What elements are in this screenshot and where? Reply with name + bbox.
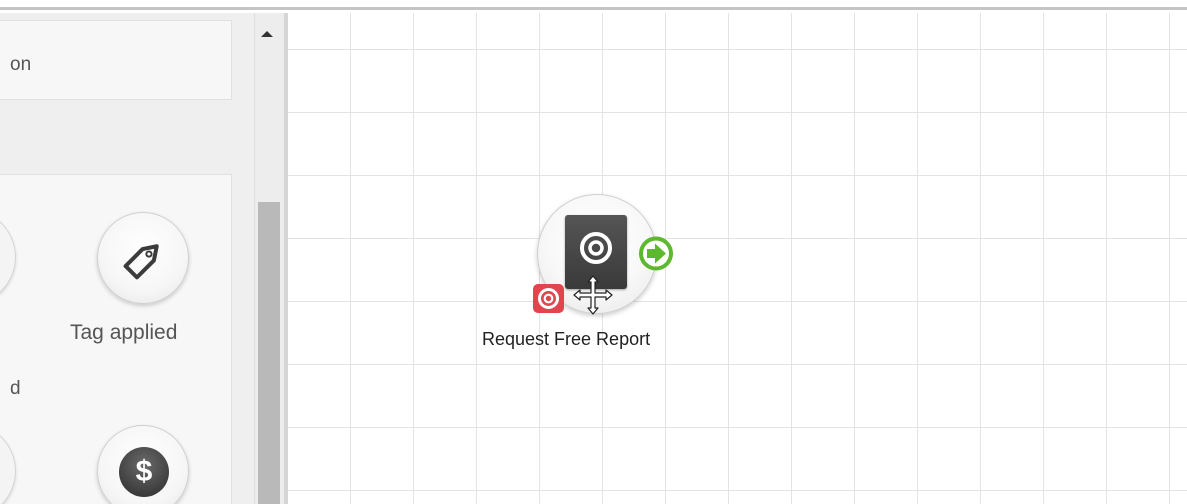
tag-applied-tool[interactable]	[97, 212, 189, 304]
target-icon	[580, 232, 612, 264]
tag-icon	[123, 244, 159, 280]
top-border	[0, 0, 1187, 10]
partial-tool-label: d	[10, 378, 21, 399]
campaign-canvas[interactable]	[288, 13, 1187, 504]
target-badge-icon[interactable]	[533, 284, 564, 313]
scroll-up-arrow-icon[interactable]	[261, 31, 273, 37]
tool-card-top[interactable]: on	[0, 20, 232, 100]
tool-panel: on d Tag applied $	[0, 13, 254, 504]
tag-applied-label: Tag applied	[70, 321, 178, 344]
panel-scrollbar[interactable]	[254, 13, 284, 504]
tool-card-top-label: on	[10, 54, 32, 75]
arrow-right-circle-icon[interactable]	[637, 235, 677, 272]
campaign-builder: on d Tag applied $ Request Free Report	[0, 0, 1187, 504]
node-label[interactable]: Request Free Report	[482, 329, 712, 350]
scroll-thumb[interactable]	[258, 202, 280, 504]
move-cursor-icon	[573, 275, 613, 315]
dollar-icon: $	[119, 447, 169, 497]
